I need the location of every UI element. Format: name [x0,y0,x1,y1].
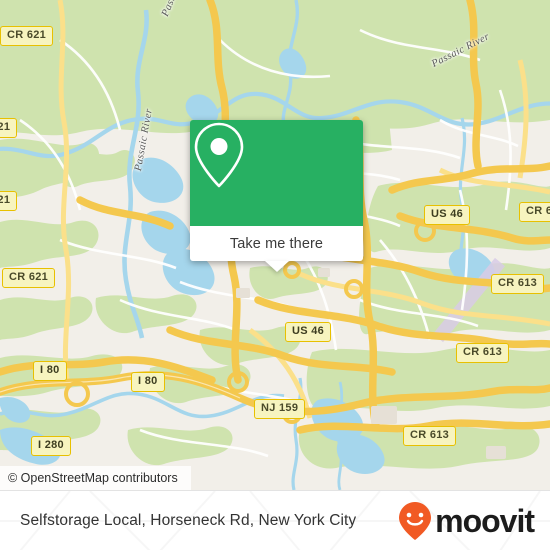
road-shield-cr-6-edge[interactable]: CR 6 [519,202,550,222]
road-shield-cr-621-top[interactable]: CR 621 [0,26,54,46]
road-shield-nj-159[interactable]: NJ 159 [254,399,306,419]
road-shield-us-46-center[interactable]: US 46 [285,322,332,342]
popup-action-bar[interactable]: Take me there [190,226,363,261]
footer-bar: Selfstorage Local, Horseneck Rd, New Yor… [0,490,550,550]
popup-header [190,120,363,226]
attribution-text: © OpenStreetMap contributors [8,471,178,485]
road-shield-us-46-east[interactable]: US 46 [424,205,471,225]
map-canvas[interactable]: Passaic River Passaic River Passaic Rive… [0,0,550,490]
moovit-brand[interactable]: moovit [398,501,535,541]
road-shield-i-80-west[interactable]: I 80 [33,361,67,381]
road-shield-621-mid-left[interactable]: 621 [0,191,18,211]
map-attribution[interactable]: © OpenStreetMap contributors [0,466,191,490]
road-shield-cr-621-left[interactable]: CR 621 [2,268,56,288]
screenshot-root: Passaic River Passaic River Passaic Rive… [0,0,550,550]
moovit-smiley-pin-icon [399,501,432,540]
popup-pointer-tail [264,261,289,272]
take-me-there-label: Take me there [229,235,324,252]
road-shield-621-upper-left[interactable]: 621 [0,118,18,138]
road-shield-i-80-east[interactable]: I 80 [131,372,165,392]
road-shield-cr-613-lower[interactable]: CR 613 [403,426,457,446]
road-shield-i-280[interactable]: I 280 [31,436,71,456]
road-shield-cr-613-mid[interactable]: CR 613 [456,343,510,363]
road-shield-cr-613-upper[interactable]: CR 613 [491,274,545,294]
location-popup-card[interactable]: Take me there [190,120,363,272]
place-title: Selfstorage Local, Horseneck Rd, New Yor… [20,511,357,529]
map-pin-icon [194,122,244,188]
moovit-wordmark: moovit [435,502,535,539]
